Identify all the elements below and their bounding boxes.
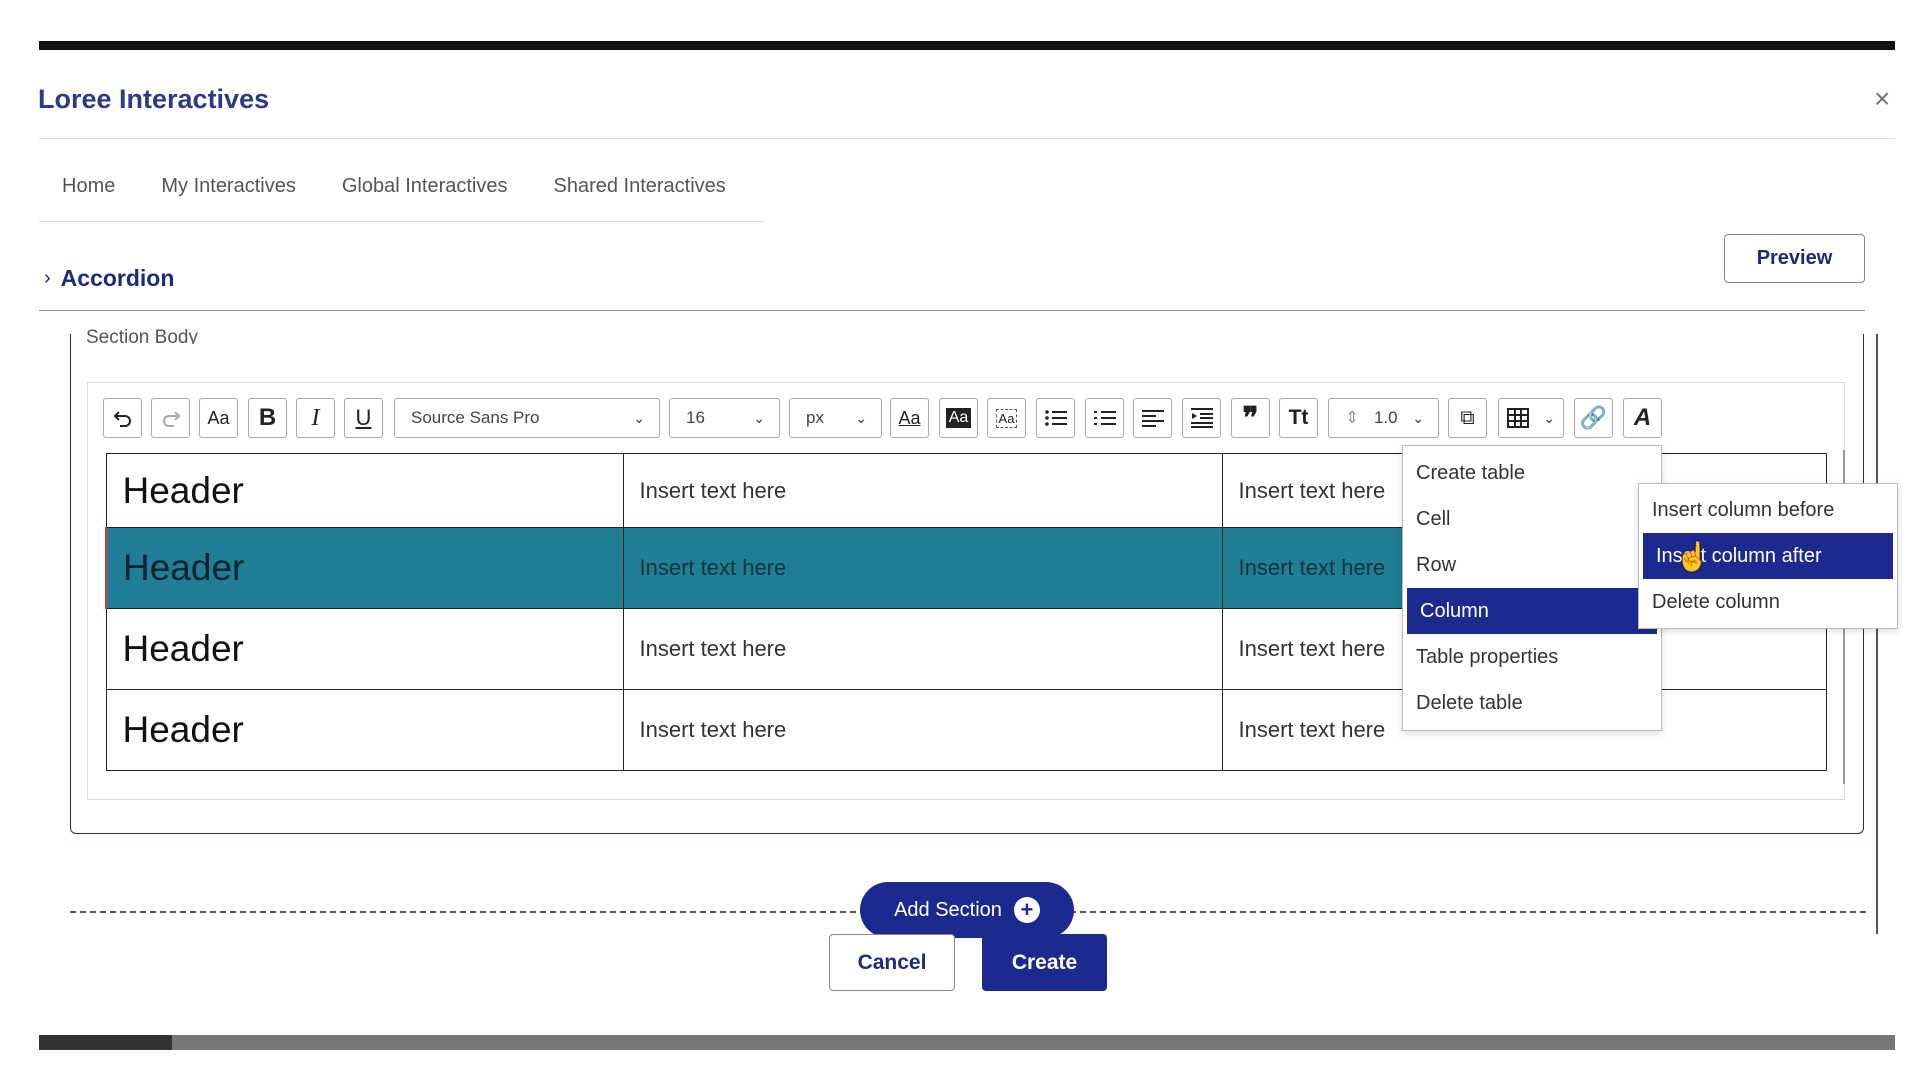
table-cell-header[interactable]: Header (105, 689, 624, 771)
menu-item-cell[interactable]: Cell (1403, 496, 1661, 542)
menu-item-table-properties[interactable]: Table properties (1403, 634, 1661, 680)
indent-icon[interactable] (1182, 398, 1221, 438)
text-color-icon[interactable]: Aa (890, 398, 929, 438)
numbered-list-icon[interactable] (1085, 398, 1124, 438)
modal-title: Loree Interactives (38, 84, 270, 114)
chevron-down-icon: ⌄ (753, 409, 765, 426)
menu-item-row[interactable]: Row (1403, 542, 1661, 588)
clear-format-icon[interactable]: Aa (987, 398, 1026, 438)
accordion-toggle[interactable]: › Accordion (44, 265, 174, 292)
menu-item-insert-column-before[interactable]: Insert column before (1639, 487, 1897, 533)
menu-item-delete-table[interactable]: Delete table (1403, 680, 1661, 726)
line-height-select[interactable]: ⇕ 1.0 ⌄ (1328, 398, 1439, 438)
plus-circle-icon: + (1013, 897, 1040, 923)
table-cell-header[interactable]: Header (105, 608, 624, 690)
table-select[interactable]: ⌄ (1498, 398, 1564, 438)
table-menu: Create table Cell Row Column Table prope… (1402, 445, 1662, 731)
menu-item-delete-column[interactable]: Delete column (1639, 579, 1897, 625)
font-size-select[interactable]: 16 ⌄ (669, 398, 780, 438)
font-family-value: Source Sans Pro (411, 408, 540, 427)
font-case-icon[interactable]: Aa (199, 398, 238, 438)
text-style-icon[interactable]: A (1623, 398, 1662, 438)
chevron-right-icon: › (44, 267, 51, 289)
special-char-icon[interactable]: ⧉ (1448, 398, 1487, 438)
table-cell[interactable]: Insert text here (622, 527, 1223, 609)
top-bar (39, 41, 1895, 50)
redo-icon[interactable] (151, 398, 190, 438)
tab-home[interactable]: Home (39, 160, 138, 221)
font-size-value: 16 (686, 408, 705, 427)
table-cell[interactable]: Insert text here (622, 689, 1223, 771)
underline-icon[interactable]: U (344, 398, 383, 438)
table-cell-header[interactable]: Header (105, 453, 624, 528)
accordion-label: Accordion (60, 265, 175, 291)
cancel-button[interactable]: Cancel (829, 934, 955, 991)
bulleted-list-icon[interactable] (1036, 398, 1075, 438)
menu-item-column[interactable]: Column (1407, 588, 1657, 634)
font-family-select[interactable]: Source Sans Pro ⌄ (394, 398, 660, 438)
chevron-down-icon: ⌄ (1543, 409, 1555, 426)
scrollbar-track (1876, 334, 1878, 934)
chevron-down-icon: ⌄ (855, 409, 867, 426)
divider (39, 138, 1895, 139)
table-icon (1507, 408, 1529, 428)
add-section-label: Add Section (894, 898, 1002, 921)
unit-value: px (806, 408, 824, 427)
tab-global-interactives[interactable]: Global Interactives (319, 160, 531, 221)
quote-icon[interactable]: ❞ (1231, 398, 1270, 438)
text-transform-icon[interactable]: Tt (1279, 398, 1318, 438)
divider (39, 310, 1865, 311)
horizontal-scrollbar[interactable] (39, 1035, 1895, 1050)
table-cell[interactable]: Insert text here (622, 453, 1223, 528)
add-section-button[interactable]: Add Section + (860, 882, 1074, 938)
table-cell[interactable]: Insert text here (622, 608, 1223, 690)
menu-item-create-table[interactable]: Create table (1403, 450, 1661, 496)
tab-my-interactives[interactable]: My Interactives (138, 160, 318, 221)
align-left-icon[interactable] (1133, 398, 1172, 438)
close-button[interactable]: × (1874, 84, 1890, 114)
section-body-label: Section Body (86, 327, 198, 344)
link-icon[interactable]: 🔗 (1574, 398, 1613, 438)
line-height-icon: ⇕ (1345, 408, 1360, 427)
line-height-value: 1.0 (1373, 408, 1398, 427)
highlight-icon[interactable]: Aa (939, 398, 978, 438)
preview-button[interactable]: Preview (1724, 234, 1865, 283)
bold-icon[interactable]: B (248, 398, 287, 438)
italic-icon[interactable]: I (296, 398, 335, 438)
tab-bar: Home My Interactives Global Interactives… (39, 160, 764, 222)
hand-cursor-icon: ☝ (1675, 541, 1710, 572)
create-button[interactable]: Create (982, 934, 1107, 991)
chevron-down-icon: ⌄ (1412, 409, 1424, 426)
page: Loree Interactives × Home My Interactive… (0, 0, 1920, 1080)
scrollbar-thumb[interactable] (39, 1035, 172, 1050)
chevron-down-icon: ⌄ (633, 409, 645, 426)
undo-icon[interactable] (103, 398, 142, 438)
tab-shared-interactives[interactable]: Shared Interactives (530, 160, 748, 221)
table-cell-header[interactable]: Header (105, 527, 624, 609)
unit-select[interactable]: px ⌄ (789, 398, 882, 438)
